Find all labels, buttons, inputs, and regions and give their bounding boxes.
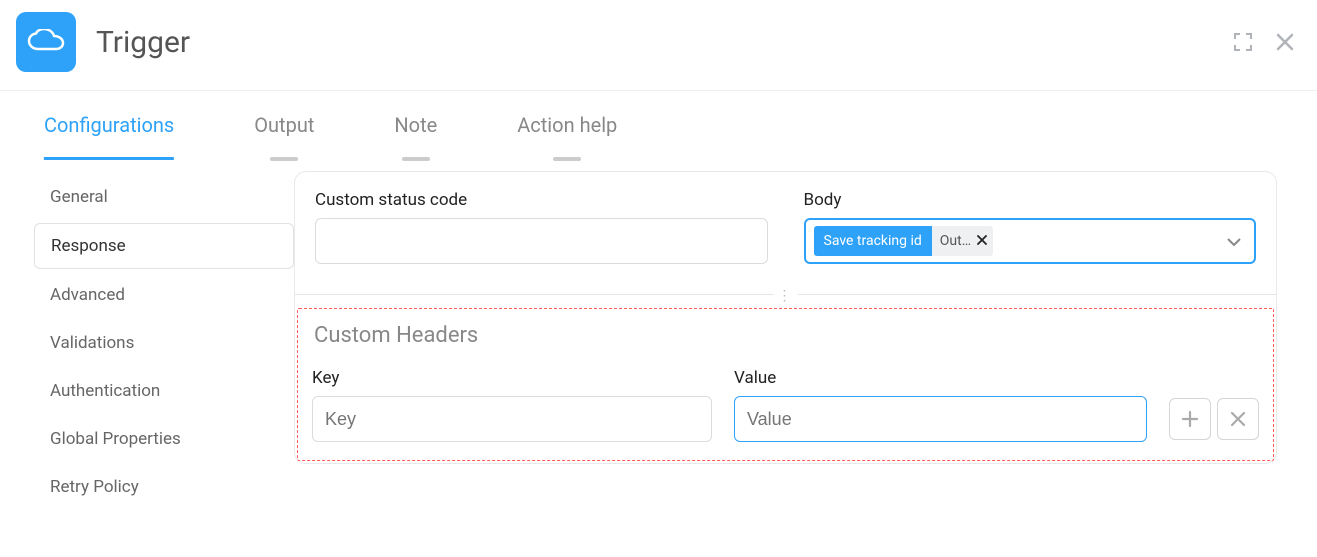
tab-action-help[interactable]: Action help — [517, 101, 617, 147]
chip-name: Save tracking id — [814, 226, 932, 256]
cloud-icon-svg — [26, 29, 66, 55]
expand-icon[interactable] — [1231, 30, 1255, 54]
sidebar-item-authentication[interactable]: Authentication — [34, 369, 294, 413]
chip-remove-icon[interactable] — [977, 233, 987, 249]
close-icon[interactable] — [1273, 30, 1297, 54]
tab-note[interactable]: Note — [394, 101, 437, 147]
header-value-label: Value — [734, 368, 1147, 388]
chip-path: Out… — [940, 233, 971, 249]
tab-output[interactable]: Output — [254, 101, 314, 147]
chevron-down-icon[interactable] — [1226, 232, 1242, 251]
sidebar-item-global-properties[interactable]: Global Properties — [34, 417, 294, 461]
sidebar-item-validations[interactable]: Validations — [34, 321, 294, 365]
header-key-label: Key — [312, 368, 712, 388]
body-label: Body — [804, 190, 1257, 210]
tab-label: Configurations — [44, 113, 174, 137]
body-chip: Save tracking id Out… — [814, 226, 994, 256]
tab-label: Output — [254, 113, 314, 137]
top-tabs: Configurations Output Note Action help — [0, 91, 1317, 147]
remove-header-button[interactable] — [1217, 398, 1259, 440]
section-separator — [295, 288, 1276, 302]
cloud-icon — [16, 12, 76, 72]
header-key-field[interactable] — [312, 396, 712, 442]
sidebar: General Response Advanced Validations Au… — [34, 147, 294, 509]
status-code-input[interactable] — [324, 232, 759, 250]
sidebar-item-advanced[interactable]: Advanced — [34, 273, 294, 317]
add-header-button[interactable] — [1169, 398, 1211, 440]
header-key-input[interactable] — [325, 397, 699, 441]
tab-label: Note — [394, 113, 437, 137]
custom-headers-title: Custom Headers — [312, 323, 1259, 348]
drag-handle-icon[interactable] — [774, 288, 798, 304]
x-icon — [1230, 411, 1246, 427]
sidebar-item-retry-policy[interactable]: Retry Policy — [34, 465, 294, 509]
tab-label: Action help — [517, 113, 617, 137]
header-value-field[interactable] — [734, 396, 1147, 442]
status-code-label: Custom status code — [315, 190, 768, 210]
header-value-input[interactable] — [747, 397, 1134, 441]
content-card: Custom status code Body Save tracking id… — [294, 171, 1277, 464]
status-code-field[interactable] — [315, 218, 768, 264]
sidebar-item-general[interactable]: General — [34, 175, 294, 219]
body-field[interactable]: Save tracking id Out… — [804, 218, 1257, 264]
page-title: Trigger — [96, 25, 190, 60]
tab-configurations[interactable]: Configurations — [44, 101, 174, 147]
sidebar-item-response[interactable]: Response — [34, 223, 294, 269]
custom-headers-section: Custom Headers Key Value — [297, 308, 1274, 461]
page-header: Trigger — [0, 0, 1317, 91]
plus-icon — [1181, 410, 1199, 428]
